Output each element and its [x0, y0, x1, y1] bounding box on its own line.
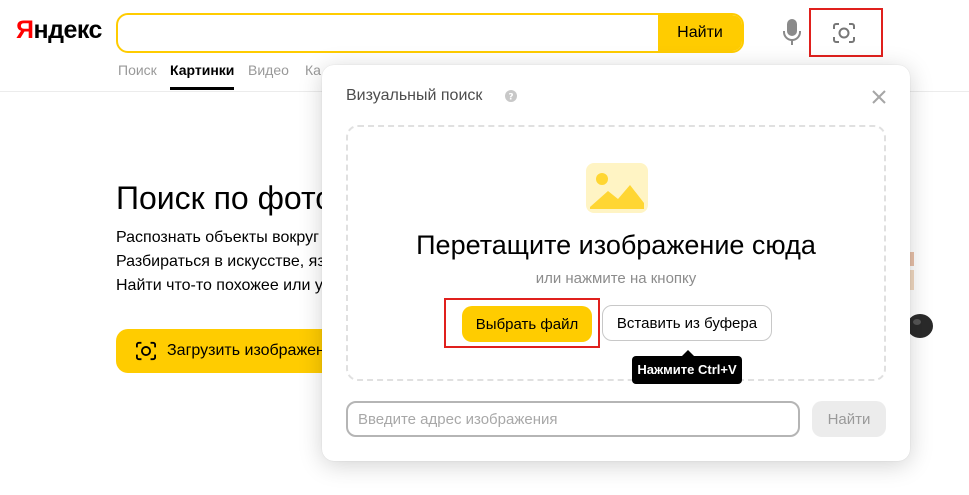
yandex-logo[interactable]: Яндекс — [16, 16, 102, 45]
image-placeholder-icon — [586, 163, 648, 213]
search-button[interactable]: Найти — [658, 15, 742, 51]
drop-zone[interactable]: Перетащите изображение сюда или нажмите … — [346, 125, 886, 384]
dialog-title: Визуальный поиск — [346, 87, 483, 104]
paste-shortcut-tooltip: Нажмите Ctrl+V — [632, 350, 742, 384]
tab-maps[interactable]: Ка — [305, 62, 321, 78]
background-image-fragment — [907, 314, 933, 338]
camera-lens-icon — [136, 341, 156, 361]
microphone-icon[interactable] — [781, 18, 803, 48]
tab-video[interactable]: Видео — [248, 62, 289, 78]
hero-line: Разбираться в искусстве, яз — [116, 253, 322, 270]
hero-line: Найти что-то похожее или у — [116, 277, 322, 294]
visual-search-button[interactable] — [809, 8, 883, 57]
hero-line: Распознать объекты вокруг — [116, 229, 319, 246]
hero-title: Поиск по фото — [116, 180, 322, 216]
upload-image-button[interactable]: Загрузить изображение — [116, 329, 326, 373]
visual-search-dialog: Визуальный поиск ? Перетащите изображени… — [322, 65, 910, 461]
image-url-input[interactable] — [346, 401, 800, 437]
choose-file-highlight: Выбрать файл — [444, 298, 600, 348]
help-icon[interactable]: ? — [505, 90, 517, 102]
drop-title: Перетащите изображение сюда — [416, 230, 816, 260]
paste-from-clipboard-button[interactable]: Вставить из буфера — [602, 305, 772, 341]
close-icon[interactable] — [870, 88, 888, 106]
search-box: Найти — [116, 13, 744, 53]
svg-text:?: ? — [508, 93, 513, 103]
choose-file-button[interactable]: Выбрать файл — [462, 306, 592, 342]
search-input[interactable] — [118, 15, 662, 51]
url-search-button[interactable]: Найти — [812, 401, 886, 437]
tab-images[interactable]: Картинки — [170, 62, 235, 90]
upload-image-label: Загрузить изображение — [167, 342, 326, 359]
camera-lens-icon — [833, 23, 855, 43]
drop-subtitle: или нажмите на кнопку — [535, 270, 697, 287]
tab-search[interactable]: Поиск — [118, 62, 157, 78]
